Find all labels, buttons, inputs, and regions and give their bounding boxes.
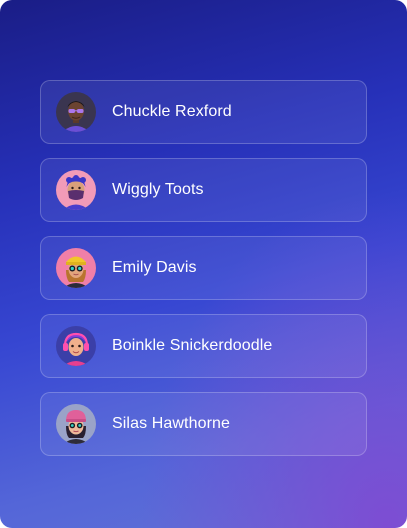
user-name: Emily Davis <box>112 259 197 276</box>
user-list-panel: Chuckle Rexford Wiggly Toots Emily Davis… <box>0 0 407 528</box>
avatar-boinkle-snickerdoodle-icon <box>56 326 96 366</box>
user-name: Wiggly Toots <box>112 181 204 198</box>
avatar-chuckle-rexford-icon <box>56 92 96 132</box>
user-row-wiggly-toots[interactable]: Wiggly Toots <box>40 158 367 222</box>
user-row-boinkle-snickerdoodle[interactable]: Boinkle Snickerdoodle <box>40 314 367 378</box>
user-name: Chuckle Rexford <box>112 103 232 120</box>
avatar-emily-davis-icon <box>56 248 96 288</box>
user-name: Boinkle Snickerdoodle <box>112 337 273 354</box>
avatar-wiggly-toots-icon <box>56 170 96 210</box>
user-name: Silas Hawthorne <box>112 415 230 432</box>
user-row-emily-davis[interactable]: Emily Davis <box>40 236 367 300</box>
avatar-silas-hawthorne-icon <box>56 404 96 444</box>
user-row-silas-hawthorne[interactable]: Silas Hawthorne <box>40 392 367 456</box>
user-list: Chuckle Rexford Wiggly Toots Emily Davis… <box>40 80 367 470</box>
user-row-chuckle-rexford[interactable]: Chuckle Rexford <box>40 80 367 144</box>
